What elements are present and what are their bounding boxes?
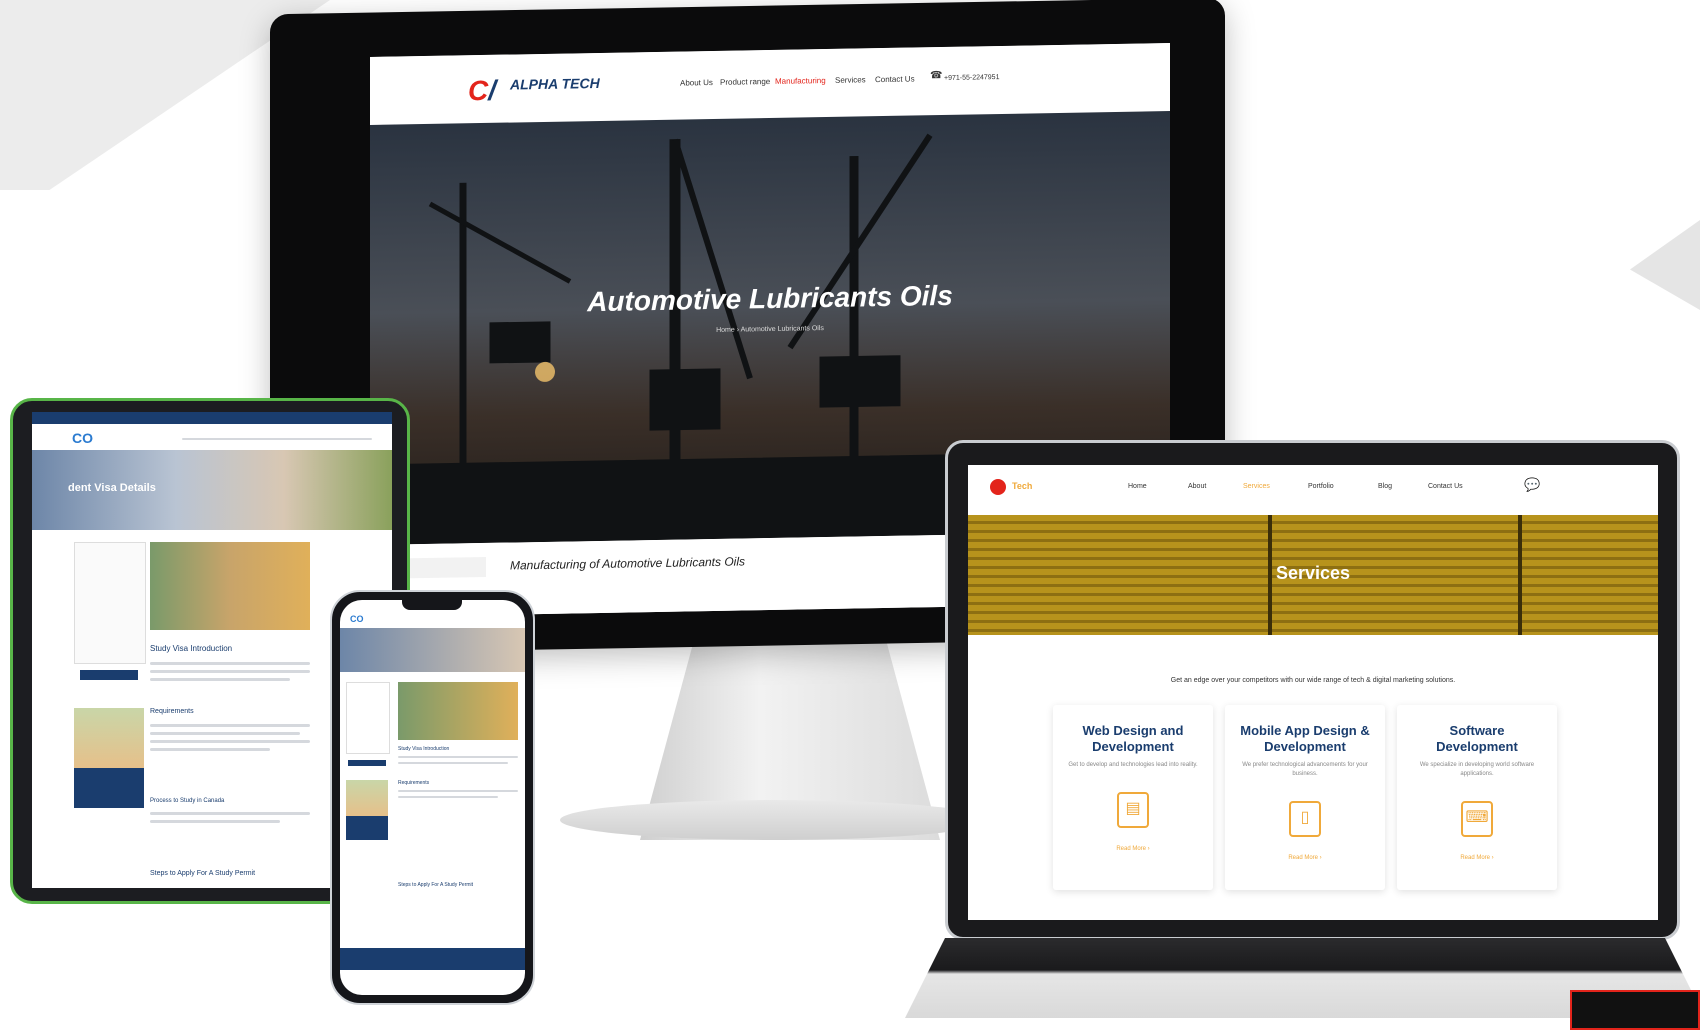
phone-section-requirements: Requirements <box>398 780 430 786</box>
corner-badge <box>1570 990 1700 1030</box>
laptop-nav-portfolio[interactable]: Portfolio <box>1308 483 1334 490</box>
monitor-section-title: Manufacturing of Automotive Lubricants O… <box>510 554 746 573</box>
laptop-nav-contact[interactable]: Contact Us <box>1428 483 1463 490</box>
laptop-hero-title: Services <box>1275 563 1351 583</box>
alpha-tech-logo-icon: C/ <box>468 74 497 107</box>
service-card-desc: We prefer technological advancements for… <box>1242 762 1368 777</box>
read-more-link[interactable]: Read More › <box>1397 855 1557 861</box>
read-more-link[interactable]: Read More › <box>1225 855 1385 861</box>
phone-text-line <box>398 756 518 758</box>
phone-text-line <box>398 790 518 792</box>
tablet-text-line <box>150 748 270 751</box>
tablet-text-line <box>150 740 310 743</box>
phone-section-steps: Steps to Apply For A Study Permit <box>398 882 474 888</box>
tablet-students-photo <box>150 542 310 630</box>
service-card-title: Web Design and Development <box>1082 723 1184 754</box>
monitor-brand-name: ALPHA TECH <box>510 74 600 93</box>
nav-about[interactable]: About Us <box>680 78 713 88</box>
laptop-intro-text: Get an edge over your competitors with o… <box>1170 677 1456 684</box>
phone-promo-card <box>346 780 388 840</box>
tablet-topbar <box>32 412 392 424</box>
chat-icon: 💬 <box>1524 477 1541 492</box>
laptop-brand-name: Tech <box>1012 481 1033 491</box>
tablet-text-line <box>150 812 310 815</box>
service-card-desc: We specialize in developing world softwa… <box>1419 762 1535 777</box>
phone-hero-banner <box>340 628 525 672</box>
nav-manufacturing[interactable]: Manufacturing <box>775 76 826 86</box>
nav-product-range[interactable]: Product range <box>720 77 770 87</box>
phone-logo-icon: CO <box>350 614 364 624</box>
mobile-app-icon: ▯ <box>1289 801 1321 837</box>
tablet-section-intro: Study Visa Introduction <box>150 644 233 653</box>
monitor-stand-base <box>560 800 990 840</box>
phone-icon: ☎ <box>930 69 943 82</box>
service-card-web[interactable]: Web Design and Development Get to develo… <box>1053 705 1213 890</box>
tablet-text-line <box>150 724 310 727</box>
nav-services[interactable]: Services <box>835 75 866 85</box>
laptop-hero-banner: Services <box>968 515 1658 635</box>
monitor-phone-number: +971-55-2247951 <box>944 73 1000 82</box>
tablet-text-line <box>150 678 290 681</box>
tablet-form-box <box>74 542 146 664</box>
tablet-hero-banner: dent Visa Details <box>32 450 392 530</box>
laptop-nav-blog[interactable]: Blog <box>1378 483 1392 490</box>
service-card-desc: Get to develop and technologies lead int… <box>1068 762 1198 768</box>
tablet-text-line <box>150 662 310 665</box>
background-arrow-right <box>1630 220 1700 310</box>
service-card-title: Software Development <box>1436 723 1518 754</box>
tablet-submit-button[interactable] <box>80 670 138 680</box>
phone-notch <box>402 600 462 610</box>
software-icon: ⌨ <box>1461 801 1493 837</box>
phone-text-line <box>398 796 498 798</box>
service-card-title: Mobile App Design & Development <box>1240 723 1370 754</box>
read-more-link[interactable]: Read More › <box>1053 846 1213 852</box>
tablet-text-line <box>150 820 280 823</box>
tablet-section-requirements: Requirements <box>150 708 194 715</box>
phone-screen: CO Study Visa Introduction Requirements … <box>340 600 525 995</box>
tablet-hero-text: dent Visa Details <box>68 482 156 494</box>
phone-section-intro: Study Visa Introduction <box>398 746 450 752</box>
service-card-software[interactable]: Software Development We specialize in de… <box>1397 705 1557 890</box>
tablet-section-steps: Steps to Apply For A Study Permit <box>150 870 256 877</box>
tablet-text-line <box>150 670 310 673</box>
nav-contact[interactable]: Contact Us <box>875 74 915 84</box>
tablet-nav-bar <box>182 438 372 440</box>
phone-form-box <box>346 682 390 754</box>
laptop-logo-icon <box>990 479 1006 495</box>
phone-text-line <box>398 762 508 764</box>
phone-students-photo <box>398 682 518 740</box>
web-design-icon: ▤ <box>1117 792 1149 828</box>
tablet-section-process: Process to Study in Canada <box>150 798 225 804</box>
phone-submit-button[interactable] <box>348 760 386 766</box>
laptop-nav-home[interactable]: Home <box>1128 483 1147 490</box>
service-card-mobile[interactable]: Mobile App Design & Development We prefe… <box>1225 705 1385 890</box>
laptop-nav-about[interactable]: About <box>1188 483 1206 490</box>
laptop-nav-services[interactable]: Services <box>1243 483 1270 490</box>
phone-footer-bar <box>340 948 525 970</box>
tablet-logo-icon: CO <box>72 430 93 446</box>
tablet-promo-card <box>74 708 144 808</box>
laptop-screen: Tech Home About Services Portfolio Blog … <box>968 465 1658 920</box>
tablet-text-line <box>150 732 300 735</box>
